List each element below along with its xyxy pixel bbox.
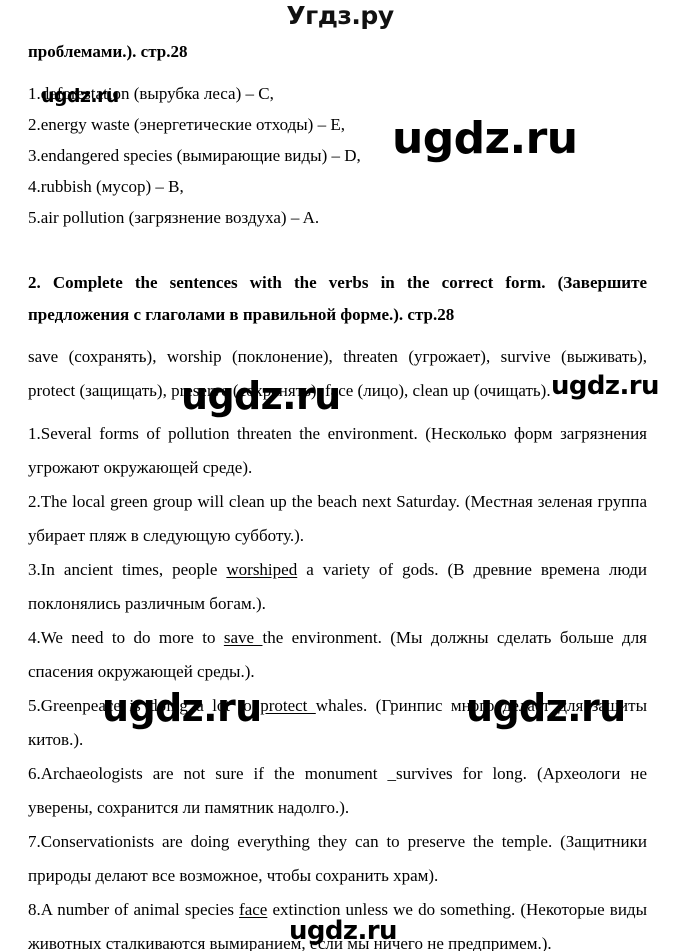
site-logo-header: Угдз.ру: [286, 1, 394, 30]
task2-answer-4: 4.We need to do more to save the environ…: [28, 621, 647, 689]
task1-answer-4: 4.rubbish (мусор) – B,: [28, 177, 184, 196]
answer-text-before: Several forms of pollution threaten the …: [28, 424, 647, 477]
task2-answer-6: 6.Archaeologists are not sure if the mon…: [28, 757, 647, 825]
task2-word-bank: save (сохранять), worship (поклонение), …: [28, 347, 647, 400]
task2-answer-2: 2.The local green group will clean up th…: [28, 485, 647, 553]
answer-text-before: A number of animal species: [40, 900, 240, 919]
answer-underlined-word: face: [239, 900, 268, 919]
answer-number: 1.: [28, 424, 41, 443]
worksheet-page: Угдз.ру проблемами.). стр.28 1.deforesta…: [0, 0, 680, 951]
answer-underlined-word: protect: [260, 696, 316, 715]
wordbank-spacer: [28, 408, 647, 417]
task1-answer-3: 3.endangered species (вымирающие виды) –…: [28, 146, 361, 165]
document-body: проблемами.). стр.28 1.deforestation (вы…: [28, 40, 647, 951]
task2-answer-3: 3.In ancient times, people worshiped a v…: [28, 553, 647, 621]
answer-number: 3.: [28, 560, 41, 579]
answer-text-before: Greenpeace is doing a lot to: [40, 696, 261, 715]
task1-answer-5: 5.air pollution (загрязнение воздуха) – …: [28, 208, 320, 227]
heading-spacer: [28, 331, 647, 340]
answer-number: 5.: [28, 696, 41, 715]
answer-number: 7.: [28, 832, 41, 851]
task2-answer-8: 8.A number of animal species face extinc…: [28, 893, 647, 951]
task2-answer-5: 5.Greenpeace is doing a lot to protect w…: [28, 689, 647, 757]
answer-number: 2.: [28, 492, 41, 511]
task1-answer-2: 2.energy waste (энергетические отходы) –…: [28, 115, 345, 134]
answer-number: 6.: [28, 764, 41, 783]
answer-number: 8.: [28, 900, 41, 919]
answer-number: 4.: [28, 628, 41, 647]
answer-text-before: The local green group will clean up the …: [28, 492, 647, 545]
answer-underlined-word: worshiped: [226, 560, 298, 579]
task2-heading: 2. Complete the sentences with the verbs…: [28, 273, 647, 324]
task2-answer-7: 7.Conservationists are doing everything …: [28, 825, 647, 893]
answer-text-before: In ancient times, people: [40, 560, 227, 579]
answer-text-before: Conservationists are doing everything th…: [28, 832, 647, 885]
answer-text-before: We need to do more to: [40, 628, 224, 647]
task2-answer-1: 1.Several forms of pollution threaten th…: [28, 417, 647, 485]
continuation-heading: проблемами.). стр.28: [28, 42, 188, 61]
answer-text-before: Archaeologists are not sure if the monum…: [28, 764, 647, 817]
answer-underlined-word: save: [223, 628, 263, 647]
task1-answer-1: 1.deforestation (вырубка леса) – C,: [28, 84, 274, 103]
